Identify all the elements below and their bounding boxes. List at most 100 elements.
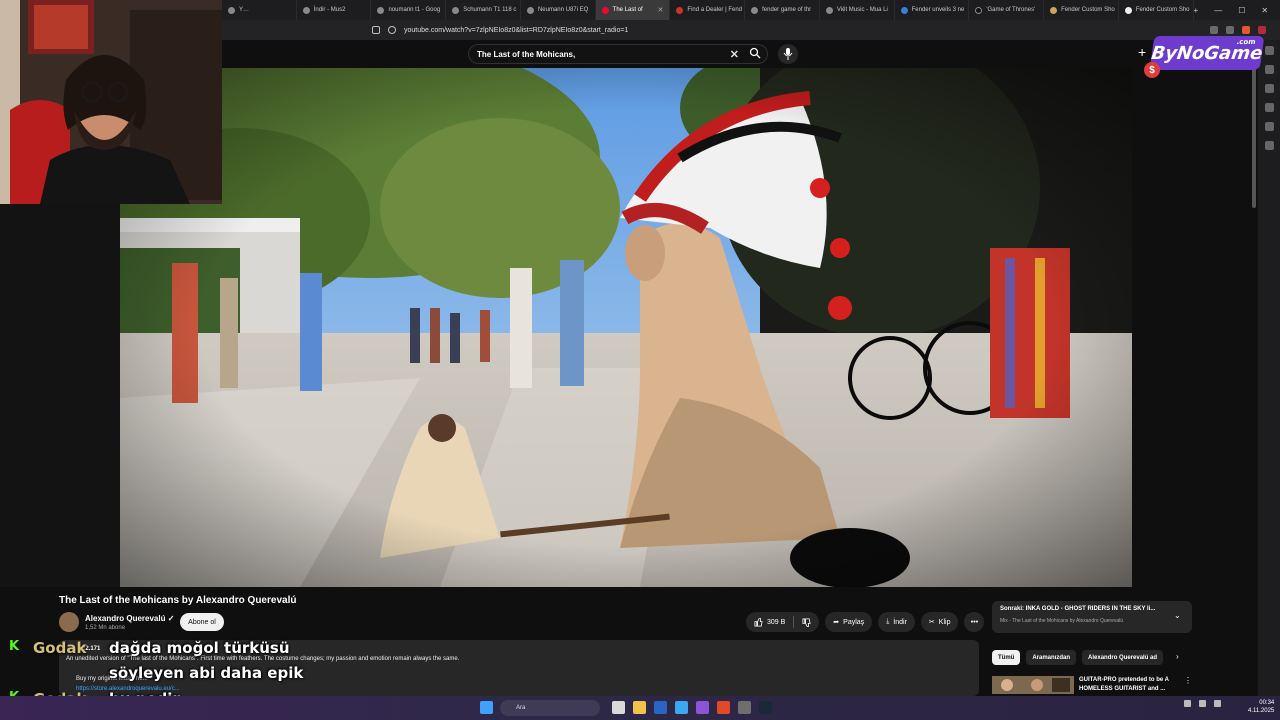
chip-channel[interactable]: Alexandro Querevalú ad [1082,650,1164,665]
browser-tab[interactable]: 'Game of Thrones' [969,0,1045,20]
sidebar-music-icon[interactable] [1264,122,1274,131]
file-explorer-icon[interactable] [633,701,646,714]
browser-tab[interactable]: Việt Music - Mua Li [820,0,895,20]
tab-label: fender game of thr [762,7,812,13]
search-icon[interactable] [749,47,761,59]
recommended-thumbnail[interactable] [992,676,1074,694]
fender-favicon-icon [676,6,684,14]
volume-icon[interactable] [1214,700,1221,707]
url-field[interactable]: youtube.com/watch?v=7zlpNEIo8z0&list=RD7… [372,26,628,34]
maximize-icon[interactable]: ☐ [1238,6,1245,15]
browser-tab[interactable]: Find a Dealer | Fend [670,0,746,20]
up-next-subtitle: Mix - The Last of the Mohicans by Alexan… [1000,618,1124,624]
share-button[interactable]: ➦ Paylaş [825,612,873,632]
brave-shield-icon[interactable] [1242,26,1250,34]
tab-label: The Last of [612,7,643,13]
browser-tab[interactable]: Schumann T1 118 c [446,0,521,20]
browser-tab[interactable]: Fender Custom Sho [1119,0,1194,20]
browser-tab[interactable]: Neumann U87i EQ [521,0,596,20]
edge-icon[interactable] [675,701,688,714]
browser-tab[interactable]: fender game of thr [745,0,820,20]
close-window-icon[interactable]: ✕ [1261,6,1268,15]
channel-avatar[interactable] [59,612,79,632]
obs-icon[interactable] [738,701,751,714]
chevron-right-icon[interactable]: › [1176,652,1179,661]
sidebar-add-icon[interactable] [1264,141,1274,150]
clip-button[interactable]: ✂ Klip [920,612,959,632]
thumbs-down-icon[interactable] [802,617,811,627]
like-button[interactable]: 309 B [746,612,820,632]
download-label: İndir [893,618,907,626]
subscribe-button[interactable]: Abone ol [180,613,224,631]
steam-icon[interactable] [759,701,772,714]
sidebar-chat-icon[interactable] [1264,46,1274,55]
tab-label: Việt Music - Mua Li [836,7,888,13]
google-favicon-icon [751,6,759,14]
search-input[interactable]: The Last of the Mohicans, ✕ [468,44,768,64]
chip-from-search[interactable]: Aramanızdan [1026,650,1077,665]
video-actions: 309 B ➦ Paylaş ⤓ İndir ✂ Klip ••• [746,612,985,632]
browser-tab[interactable]: Y… [222,0,297,20]
chat-message-line: söyleyen abi daha epik [109,664,304,682]
pinned-apps [612,701,772,714]
brave-icon[interactable] [717,701,730,714]
sidebar-reading-icon[interactable] [1264,84,1274,93]
tab-label: Fender Custom Sho [1135,7,1190,13]
recommended-title[interactable]: GUITAR-PRO pretended to be A HOMELESS GU… [1079,676,1189,694]
browser-tab[interactable]: Fender unveils 3 ne [895,0,970,20]
close-tab-icon[interactable]: ✕ [658,6,664,14]
more-actions-button[interactable]: ••• [964,612,985,632]
download-button[interactable]: ⤓ İndir [878,612,915,632]
tab-label: noumann t1 - Goog [388,7,441,13]
clear-search-icon[interactable]: ✕ [730,48,739,61]
page-background [0,204,120,587]
new-tab-icon[interactable]: + [1194,6,1199,15]
create-button[interactable]: + [1138,44,1146,60]
tab-label: Fender Custom Sho [1061,7,1115,13]
tab-favicon-icon [1050,6,1058,14]
more-vertical-icon[interactable]: ⋮ [1184,676,1192,685]
browser-tab-active[interactable]: The Last of ✕ [595,0,671,20]
cast-icon[interactable] [1210,26,1218,34]
kick-icon: K [9,639,20,654]
chevron-down-icon[interactable]: ⌄ [1174,611,1181,620]
app-icon[interactable] [696,701,709,714]
site-info-icon[interactable] [388,26,396,34]
chip-all[interactable]: Tümü [992,650,1021,665]
sidebar-bookmarks-icon[interactable] [1264,65,1274,74]
window-controls: + — ☐ ✕ [1194,6,1280,15]
tray-chevron-icon[interactable] [1184,700,1191,707]
webcam-feed [0,0,222,204]
browser-tab[interactable]: Fender Custom Sho [1044,0,1119,20]
filter-chips: Tümü Aramanızdan Alexandro Querevalú ad [992,650,1164,665]
store-icon[interactable] [654,701,667,714]
clock[interactable]: 00:34 4.11.2025 [1248,699,1274,715]
windows-start-icon[interactable] [480,701,493,714]
streamer-webcam [0,0,222,204]
task-view-icon[interactable] [612,701,625,714]
video-title: The Last of the Mohicans by Alexandro Qu… [59,595,297,606]
video-frame [120,68,1132,587]
tab-favicon-icon [825,6,833,14]
tab-favicon-icon [452,6,460,14]
more-icon: ••• [970,618,979,626]
tab-favicon-icon [228,6,235,14]
scrollbar-thumb[interactable] [1252,68,1256,208]
share-icon[interactable] [1226,26,1234,34]
network-icon[interactable] [1199,700,1206,707]
browser-tab[interactable]: noumann t1 - Goog [371,0,447,20]
sidebar-history-icon[interactable] [1264,103,1274,112]
channel-name[interactable]: Alexandro Querevalú ✓ [85,614,174,623]
bookmark-icon[interactable] [372,26,380,34]
tab-favicon-icon [302,6,310,14]
page-scrollbar[interactable] [1251,68,1257,693]
rewards-icon[interactable] [1258,26,1266,34]
minimize-icon[interactable]: — [1214,6,1222,15]
channel-subscribers: 1,52 Mn abone [85,625,126,631]
video-player[interactable] [120,68,1132,587]
taskbar-search[interactable]: Ara [500,700,600,716]
browser-tab[interactable]: İndir - Mus2 [297,0,372,20]
tab-favicon-icon [975,6,983,14]
up-next-title: Sonraki: INKA GOLD - GHOST RIDERS IN THE… [1000,606,1156,612]
voice-search-button[interactable] [778,44,798,64]
